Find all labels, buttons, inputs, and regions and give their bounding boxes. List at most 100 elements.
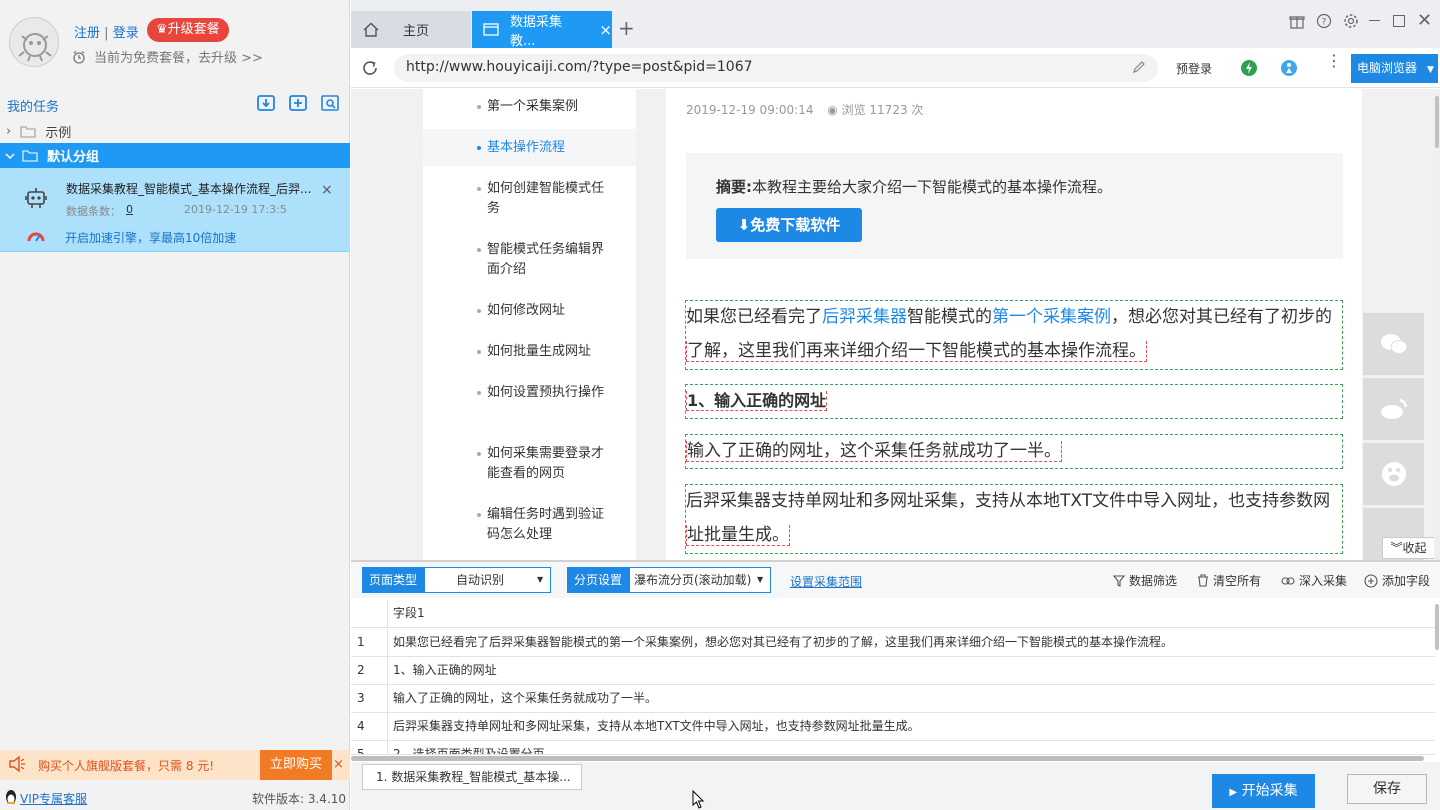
baidu-icon[interactable] (1363, 443, 1424, 505)
search-task-icon[interactable] (320, 93, 342, 113)
more-menu-icon[interactable]: ⋮ (1326, 53, 1342, 69)
page-scrollbar[interactable] (1434, 89, 1440, 560)
download-button[interactable]: ⬇免费下载软件 (716, 208, 862, 242)
paragraph-3: 后羿采集器支持单网址和多网址采集，支持从本地TXT文件中导入网址，也支持参数网址… (686, 491, 1331, 546)
tab-current-page[interactable]: 数据采集教... × (472, 11, 612, 49)
blue-plugin-icon[interactable] (1280, 59, 1298, 77)
promo-close-icon[interactable]: × (333, 757, 344, 772)
prelogin-button[interactable]: 预登录 (1176, 60, 1212, 77)
play-icon: ▶ (1229, 787, 1238, 798)
clear-all-button[interactable]: 清空所有 (1197, 572, 1261, 589)
register-link[interactable]: 注册 (74, 26, 100, 41)
paging-select[interactable]: 瀑布流分页(滚动加载) ▼ (629, 567, 771, 593)
table-row[interactable]: 1 如果您已经看完了后羿采集器智能模式的第一个采集案例，想必您对其已经有了初步的了… (351, 629, 1435, 657)
task-step-tab[interactable]: 1. 数据采集教程_智能模式_基本操... (362, 764, 582, 790)
page-type-select[interactable]: 自动识别 ▼ (424, 567, 551, 593)
paging-label: 分页设置 (567, 567, 629, 593)
nav-item[interactable]: 编辑任务时遇到验证码怎么处理 (487, 505, 605, 545)
link-houyi[interactable]: 后羿采集器 (822, 307, 907, 327)
new-tab-icon[interactable]: + (618, 16, 635, 40)
nav-item[interactable]: 智能模式任务编辑界面介绍 (487, 240, 605, 280)
nav-item-active[interactable]: 基本操作流程 (487, 138, 617, 158)
vip-support-link[interactable]: VIP专属客服 (20, 790, 87, 807)
import-task-icon[interactable] (256, 93, 278, 113)
gift-icon[interactable] (1289, 13, 1305, 29)
page-icon (483, 23, 499, 36)
folder-icon (20, 125, 36, 138)
buy-now-button[interactable]: 立即购买 (260, 750, 332, 780)
upgrade-button[interactable]: ♛升级套餐 (147, 18, 229, 42)
table-horizontal-scrollbar[interactable] (351, 756, 1424, 761)
task-title: 数据采集教程_智能模式_基本操作流程_后羿... (66, 182, 312, 196)
accel-engine-link[interactable]: 开启加速引擎，享最高10倍加速 (65, 229, 236, 246)
summary-text: 本教程主要给大家介绍一下智能模式的基本操作流程。 (752, 178, 1113, 196)
green-plugin-icon[interactable] (1240, 59, 1258, 77)
minimize-icon[interactable] (1369, 20, 1380, 21)
trash-icon (1197, 574, 1209, 587)
new-task-icon[interactable] (288, 93, 310, 113)
close-tab-icon[interactable]: × (599, 21, 612, 39)
task-count[interactable]: 0 (126, 203, 133, 216)
link-first-case[interactable]: 第一个采集案例 (992, 307, 1111, 327)
plan-status[interactable]: 当前为免费套餐，去升级 >> (72, 47, 263, 66)
save-button[interactable]: 保存 (1347, 774, 1427, 804)
close-task-icon[interactable]: × (321, 182, 333, 198)
link-chain-icon (1281, 576, 1295, 586)
nav-item[interactable]: 如何设置预执行操作 (487, 383, 605, 403)
settings-gear-icon[interactable] (1343, 13, 1359, 29)
help-icon[interactable]: ? (1316, 13, 1332, 29)
maximize-icon[interactable] (1393, 15, 1405, 27)
summary: 摘要:本教程主要给大家介绍一下智能模式的基本操作流程。 (716, 176, 1112, 197)
paragraph-2: 输入了正确的网址，这个采集任务就成功了一半。 (686, 441, 1062, 462)
table-row[interactable]: 5 2、选择页面类型及设置分页 (351, 741, 1435, 755)
login-link[interactable]: 登录 (113, 26, 139, 41)
nav-item[interactable]: 第一个采集案例 (487, 97, 617, 117)
table-header-row: 字段1 (351, 600, 1435, 628)
folder-icon (22, 149, 38, 162)
column-header[interactable]: 字段1 (388, 600, 425, 627)
software-version: 软件版本: 3.4.10 (252, 792, 347, 806)
nav-item[interactable]: 如何创建智能模式任务 (487, 179, 605, 219)
tree-group-default[interactable]: 默认分组 (0, 143, 350, 168)
add-field-button[interactable]: 添加字段 (1364, 572, 1430, 589)
page-scroll-thumb[interactable] (1435, 96, 1439, 148)
nav-item[interactable]: 如何批量生成网址 (487, 342, 617, 362)
double-chevron-down-icon: ︾ (1390, 541, 1403, 555)
table-row[interactable]: 2 1、输入正确的网址 (351, 657, 1435, 685)
browser-mode-dropdown[interactable]: 电脑浏览器 ▼ (1351, 54, 1438, 83)
tree-group-example[interactable]: › 示例 (0, 119, 350, 144)
tab-home[interactable]: 主页 (351, 11, 471, 48)
table-cell[interactable]: 如果您已经看完了后羿采集器智能模式的第一个采集案例，想必您对其已经有了初步的了解… (388, 629, 1173, 656)
nav-bullet (477, 187, 481, 191)
table-cell[interactable]: 1、输入正确的网址 (388, 657, 497, 684)
caret-down-icon: ▼ (757, 575, 764, 584)
refresh-icon[interactable] (361, 59, 379, 77)
weibo-icon[interactable] (1363, 378, 1424, 440)
start-collect-button[interactable]: ▶ 开始采集 (1212, 774, 1315, 808)
promo-text: 购买个人旗舰版套餐，只需 8 元! (38, 759, 215, 773)
close-window-icon[interactable]: ✕ (1417, 10, 1432, 31)
caret-down-icon: ▼ (537, 575, 544, 584)
speed-engine-icon (27, 229, 45, 243)
nav-item[interactable]: 如何采集需要登录才能查看的网页 (487, 444, 605, 484)
edit-url-icon[interactable] (1132, 60, 1146, 74)
mouse-cursor-icon (692, 790, 706, 810)
svg-text:?: ? (1322, 18, 1327, 28)
table-cell[interactable]: 后羿采集器支持单网址和多网址采集，支持从本地TXT文件中导入网址，也支持参数网址… (388, 713, 920, 740)
table-cell[interactable]: 2、选择页面类型及设置分页 (388, 741, 545, 754)
filter-button[interactable]: 数据筛选 (1113, 572, 1177, 589)
set-range-link[interactable]: 设置采集范围 (790, 573, 862, 590)
url-text[interactable]: http://www.houyicaiji.com/?type=post&pid… (406, 59, 753, 75)
nav-bullet (477, 146, 481, 150)
table-cell[interactable]: 输入了正确的网址，这个采集任务就成功了一半。 (388, 685, 657, 712)
wechat-icon[interactable] (1363, 313, 1424, 375)
table-vertical-scroll-thumb[interactable] (1435, 604, 1439, 650)
tree-group-label: 默认分组 (47, 150, 100, 165)
table-row[interactable]: 4 后羿采集器支持单网址和多网址采集，支持从本地TXT文件中导入网址，也支持参数网… (351, 713, 1435, 741)
collapse-button[interactable]: ︾收起 (1382, 537, 1435, 559)
deep-collect-button[interactable]: 深入采集 (1281, 572, 1347, 589)
table-row[interactable]: 3 输入了正确的网址，这个采集任务就成功了一半。 (351, 685, 1435, 713)
chevron-right-icon: › (6, 124, 12, 139)
avatar[interactable] (9, 17, 59, 67)
nav-item[interactable]: 如何修改网址 (487, 301, 617, 321)
